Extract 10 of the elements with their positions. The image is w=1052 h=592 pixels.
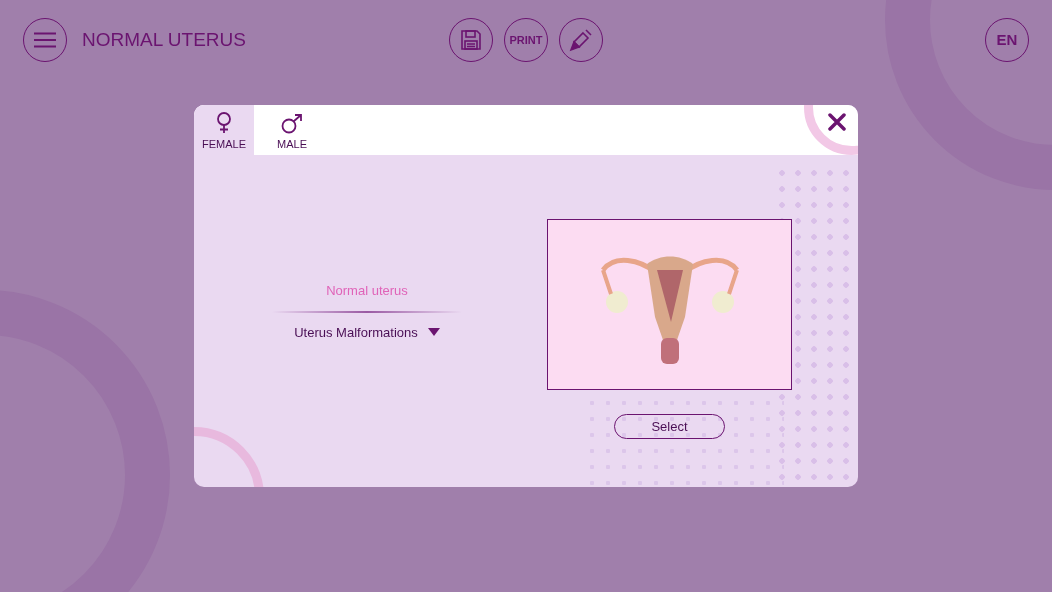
caret-icon: [427, 328, 440, 337]
gender-tab[interactable]: FEMALE: [194, 105, 254, 155]
male-symbol-icon: [281, 113, 303, 134]
menu-icon: [33, 32, 57, 48]
dropdown-button[interactable]: Uterus Malformations: [294, 322, 440, 342]
female-symbol-icon: [216, 111, 232, 134]
pen-icon: [569, 28, 593, 52]
close-icon: [828, 113, 846, 131]
page-title: NORMAL UTERUS: [82, 27, 246, 52]
save-icon: [460, 29, 482, 51]
